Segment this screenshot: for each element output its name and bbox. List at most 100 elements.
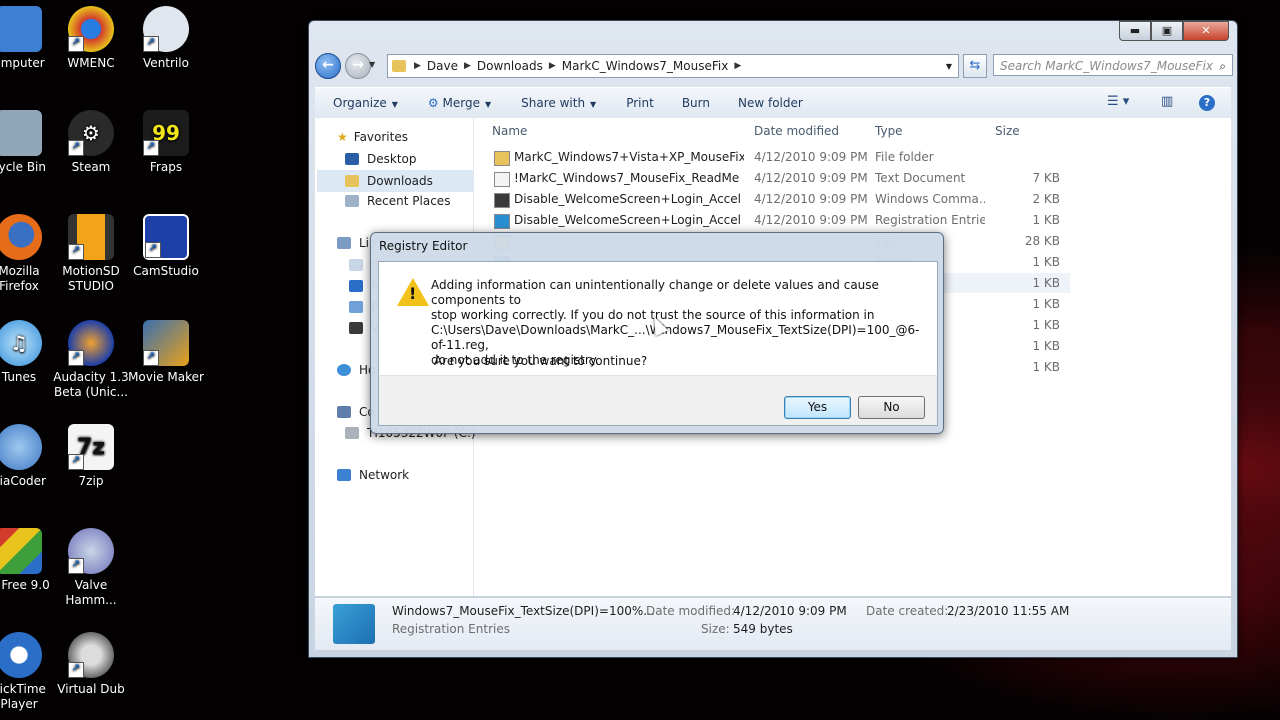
file-type: File folder (875, 150, 934, 164)
column-date-modified[interactable]: Date modified (754, 124, 839, 138)
desktop-icon-label: Valve Hamm... (65, 578, 117, 607)
nav-downloads[interactable]: Downloads (317, 170, 473, 192)
reg-file-icon (494, 214, 510, 229)
help-icon[interactable]: ? (1199, 95, 1215, 111)
organize-label: Organize (333, 96, 387, 110)
motionsd-icon: ↗ (68, 214, 114, 260)
nav-recent-places[interactable]: Recent Places (345, 194, 450, 208)
breadcrumb-separator: ▶ (548, 61, 556, 71)
desktop-icon-steam[interactable]: ⚙ ↗ Steam (50, 110, 132, 175)
merge-label: Merge (442, 96, 480, 110)
homegroup-icon (337, 364, 351, 376)
organize-button[interactable]: Organize ▼ (333, 96, 398, 110)
desktop-icon-audacity[interactable]: ↗ Audacity 1.3 Beta (Unic... (50, 320, 132, 400)
merge-button[interactable]: ⚙ Merge ▼ (428, 96, 491, 110)
breadcrumb-separator: ▶ (734, 61, 742, 71)
column-type[interactable]: Type (875, 124, 903, 138)
desktop-icon-label: diaCoder (0, 474, 46, 488)
view-options-icon[interactable]: ☰ ▾ (1107, 94, 1129, 109)
breadcrumb-downloads[interactable]: Downloads (477, 59, 543, 73)
file-date: 4/12/2010 9:09 PM (754, 150, 868, 164)
message-line: C:\Users\Dave\Downloads\MarkC_...\Window… (431, 323, 920, 352)
desktop-icon-label: 7zip (78, 474, 104, 488)
chrome-icon: ↗ (68, 6, 114, 52)
computer-icon (337, 406, 351, 418)
desktop-icon-label: omputer (0, 56, 45, 70)
file-size: 1 KB (1032, 360, 1060, 374)
back-button[interactable]: ← (315, 53, 341, 79)
yes-button[interactable]: Yes (784, 396, 851, 419)
print-button[interactable]: Print (626, 96, 654, 110)
desktop-icon-virtualdub[interactable]: ↗ Virtual Dub (50, 632, 132, 697)
file-type: Registration Entries (875, 213, 985, 227)
details-date-modified-label: Date modified: (646, 604, 736, 618)
videos-icon (349, 322, 363, 334)
file-row[interactable]: MarkC_Windows7+Vista+XP_MouseFix_B... 4/1… (490, 147, 1070, 167)
file-size: 7 KB (1032, 171, 1060, 185)
desktop-icon-7zip[interactable]: 7z ↗ 7zip (50, 424, 132, 489)
desktop-icon-label: Mozilla Firefox (0, 264, 40, 293)
search-input[interactable]: Search MarkC_Windows7_MouseFix ⌕ (993, 54, 1233, 76)
share-with-button[interactable]: Share with ▼ (521, 96, 596, 110)
file-size: 1 KB (1032, 213, 1060, 227)
merge-icon: ⚙ (427, 96, 439, 110)
command-bar: Organize ▼ ⚙ Merge ▼ Share with ▼ Print Bur… (315, 87, 1231, 119)
refresh-button[interactable]: ⇆ (963, 54, 987, 78)
desktop-icon-motionsd[interactable]: ↗ MotionSD STUDIO (50, 214, 132, 294)
ventrilo-icon: ↗ (143, 6, 189, 52)
desktop-icon-valve-hammer[interactable]: ↗ Valve Hamm... (50, 528, 132, 608)
nav-desktop[interactable]: Desktop (345, 152, 417, 166)
registry-file-icon (333, 604, 375, 644)
message-line: stop working correctly. If you do not tr… (431, 308, 875, 322)
file-name: MarkC_Windows7+Vista+XP_MouseFix_B... (514, 150, 744, 164)
desktop-icon-camstudio[interactable]: ↗ CamStudio (125, 214, 207, 279)
forward-button[interactable]: → (345, 53, 371, 79)
details-filename: Windows7_MouseFix_TextSize(DPI)=100%... (392, 604, 655, 618)
address-bar[interactable]: ▶ Dave ▶ Downloads ▶ MarkC_Windows7_Mous… (387, 54, 959, 78)
recent-pages-dropdown[interactable]: ▼ (369, 60, 375, 69)
file-date: 4/12/2010 9:09 PM (754, 213, 868, 227)
audacity-icon: ↗ (68, 320, 114, 366)
file-row[interactable]: !MarkC_Windows7_MouseFix_ReadMe 4/12/2010… (490, 168, 1070, 188)
desktop-icon-label: Ventrilo (143, 56, 189, 70)
desktop-icon-label: cycle Bin (0, 160, 46, 174)
nav-favorites[interactable]: ★ Favorites (337, 130, 408, 144)
column-size[interactable]: Size (995, 124, 1020, 138)
minimize-button[interactable]: ▬ (1119, 21, 1151, 41)
nav-network[interactable]: Network (337, 468, 409, 482)
file-row[interactable]: Disable_WelcomeScreen+Login_Accel 4/12/20… (490, 210, 1070, 230)
network-icon (337, 469, 351, 481)
maximize-button[interactable]: ▣ (1151, 21, 1183, 41)
nav-label: Desktop (367, 152, 417, 166)
details-date-created: 2/23/2010 11:55 AM (947, 604, 1070, 618)
address-dropdown-icon[interactable]: ▼ (946, 62, 952, 71)
desktop-icon-label: Steam (71, 160, 111, 174)
file-size: 28 KB (1024, 234, 1060, 248)
desktop-icon-label: Virtual Dub (57, 682, 125, 696)
message-line: Adding information can unintentionally c… (431, 278, 879, 307)
preview-pane-icon[interactable]: ▥ (1161, 94, 1173, 109)
file-row[interactable]: Disable_WelcomeScreen+Login_Accel 4/12/20… (490, 189, 1070, 209)
nav-label: Downloads (367, 174, 433, 188)
star-icon: ★ (337, 130, 348, 144)
desktop-icon-ventrilo[interactable]: ↗ Ventrilo (125, 6, 207, 71)
breadcrumb-dave[interactable]: Dave (427, 59, 458, 73)
column-name[interactable]: Name (492, 124, 527, 138)
details-size-label: Size: (701, 622, 730, 636)
text-file-icon (494, 172, 510, 187)
folder-icon (392, 60, 406, 72)
share-with-label: Share with (521, 96, 586, 110)
cmd-file-icon (494, 193, 510, 208)
file-name: Disable_WelcomeScreen+Login_Accel (514, 192, 741, 206)
desktop-icon-fraps[interactable]: 99 ↗ Fraps (125, 110, 207, 175)
no-button[interactable]: No (858, 396, 925, 419)
burn-button[interactable]: Burn (682, 96, 710, 110)
desktop-icon-movie-maker[interactable]: ↗ Movie Maker (125, 320, 207, 385)
new-folder-button[interactable]: New folder (738, 96, 803, 110)
breadcrumb-current-folder[interactable]: MarkC_Windows7_MouseFix (562, 59, 729, 73)
address-row: ← → ▼ ▶ Dave ▶ Downloads ▶ MarkC_Windows… (315, 53, 1233, 79)
file-size: 1 KB (1032, 297, 1060, 311)
close-button[interactable]: ✕ (1183, 21, 1229, 41)
desktop-icon-wmenc[interactable]: ↗ WMENC (50, 6, 132, 71)
libraries-icon (337, 237, 351, 249)
